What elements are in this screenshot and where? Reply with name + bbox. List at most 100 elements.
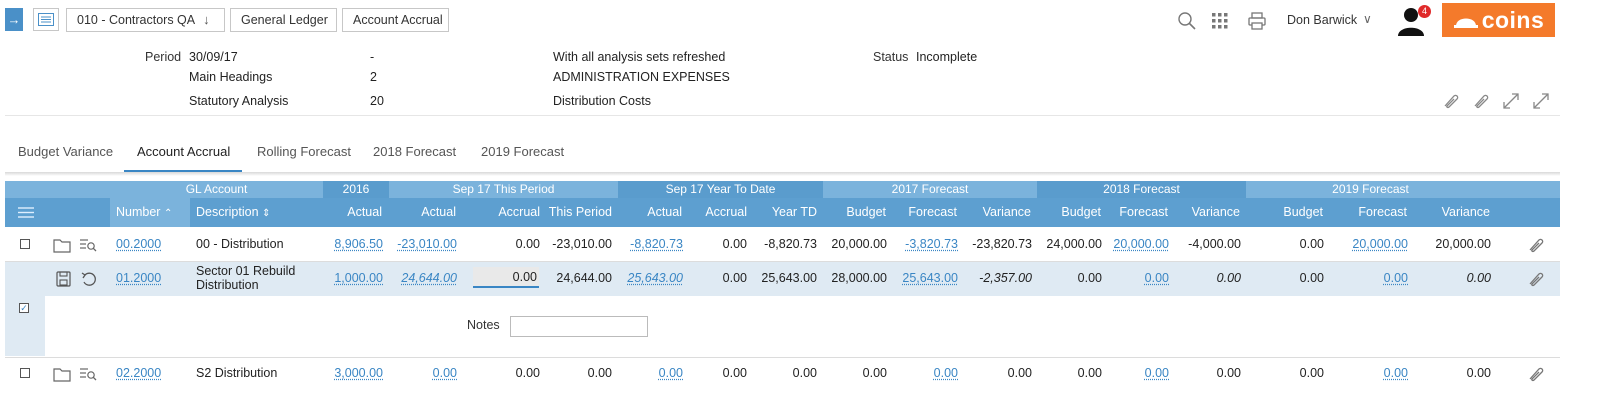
column-menu-icon[interactable] [17, 206, 35, 219]
search-icon[interactable] [1177, 11, 1197, 31]
notes-input[interactable] [510, 316, 648, 337]
paperclip-icon[interactable] [1526, 270, 1546, 288]
value-tp-actual[interactable]: 24,644.00 [389, 271, 457, 285]
value-2018-variance: 0.00 [1216, 366, 1241, 380]
col-tp-actual[interactable]: Actual [389, 198, 456, 227]
row-checkbox[interactable] [20, 368, 30, 378]
account-number-link[interactable]: 01.2000 [116, 271, 161, 285]
value-ytd-accrual: 0.00 [722, 271, 747, 285]
value-2019-variance: 20,000.00 [1435, 237, 1491, 251]
value-2018-forecast[interactable]: 0.00 [1106, 271, 1169, 285]
accrual-input[interactable] [473, 267, 539, 288]
account-number-link[interactable]: 00.2000 [116, 237, 161, 251]
checkbox-checked-icon[interactable]: ✓ [19, 303, 29, 313]
period-dash: - [370, 50, 375, 64]
undo-icon[interactable] [80, 271, 98, 287]
account-description: S2 Distribution [196, 366, 278, 380]
col-2017-budget[interactable]: Budget [823, 198, 886, 227]
account-number-link[interactable]: 02.2000 [116, 366, 161, 380]
tab-account-accrual[interactable]: Account Accrual [137, 144, 230, 159]
grid-group-header: GL Account 2016 Sep 17 This Period Sep 1… [5, 181, 1560, 198]
value-ytd-actual[interactable]: -8,820.73 [618, 237, 683, 251]
table-row-selected[interactable]: 01.2000 Sector 01 Rebuild Distribution 1… [5, 262, 1560, 296]
apps-grid-icon[interactable] [1210, 11, 1230, 31]
value-2016-actual[interactable]: 8,906.50 [323, 237, 383, 251]
tab-budget-variance[interactable]: Budget Variance [18, 144, 113, 159]
value-tp-this-period: 24,644.00 [556, 271, 612, 285]
col-2018-variance[interactable]: Variance [1173, 198, 1240, 227]
value-ytd-accrual: 0.00 [722, 366, 747, 380]
tab-rolling-forecast[interactable]: Rolling Forecast [257, 144, 351, 159]
notes-label: Notes [467, 318, 500, 332]
logo-text: coins [1481, 6, 1545, 33]
breadcrumb-company[interactable]: 010 - Contractors QA ↓ [66, 8, 225, 32]
value-2017-forecast[interactable]: 25,643.00 [895, 271, 958, 285]
coins-logo: coins [1442, 3, 1555, 37]
folder-icon[interactable] [53, 237, 71, 253]
col-2018-forecast[interactable]: Forecast [1106, 198, 1168, 227]
col-2016-actual[interactable]: Actual [323, 198, 382, 227]
value-ytd-actual[interactable]: 25,643.00 [618, 271, 683, 285]
value-2017-forecast[interactable]: 0.00 [895, 366, 958, 380]
col-2017-forecast[interactable]: Forecast [895, 198, 957, 227]
col-number[interactable]: Number ⌃ [116, 198, 172, 227]
col-2017-variance[interactable]: Variance [963, 198, 1031, 227]
value-2016-actual[interactable]: 1,000.00 [323, 271, 383, 285]
value-2018-forecast[interactable]: 20,000.00 [1106, 237, 1169, 251]
user-name[interactable]: Don Barwick [1287, 13, 1357, 27]
paperclip-icon[interactable] [1441, 92, 1461, 110]
collapse-panel-button[interactable]: → [5, 8, 23, 31]
value-2018-budget: 0.00 [1077, 271, 1102, 285]
paperclip-icon[interactable] [1526, 236, 1546, 254]
value-2019-forecast[interactable]: 20,000.00 [1323, 237, 1408, 251]
value-2018-variance: -4,000.00 [1188, 237, 1241, 251]
print-icon[interactable] [1247, 11, 1267, 31]
menu-list-button[interactable] [33, 8, 59, 31]
value-2018-forecast[interactable]: 0.00 [1106, 366, 1169, 380]
col-ytd-actual[interactable]: Actual [618, 198, 682, 227]
col-tp-this-period[interactable]: This Period [540, 198, 612, 227]
value-ytd-total: 25,643.00 [761, 271, 817, 285]
col-2019-budget[interactable]: Budget [1246, 198, 1323, 227]
tab-2018-forecast[interactable]: 2018 Forecast [373, 144, 456, 159]
value-2018-budget: 0.00 [1077, 366, 1102, 380]
value-ytd-accrual: 0.00 [722, 237, 747, 251]
col-2018-budget[interactable]: Budget [1037, 198, 1101, 227]
group-2017-forecast: 2017 Forecast [891, 182, 969, 196]
value-2019-forecast[interactable]: 0.00 [1323, 366, 1408, 380]
value-2018-budget: 24,000.00 [1046, 237, 1102, 251]
col-ytd-accrual[interactable]: Accrual [687, 198, 747, 227]
paperclip-icon[interactable] [1471, 92, 1491, 110]
value-2017-variance: -2,357.00 [979, 271, 1032, 285]
value-ytd-actual[interactable]: 0.00 [618, 366, 683, 380]
breadcrumb-account-accrual[interactable]: Account Accrual [342, 8, 449, 32]
col-2019-variance[interactable]: Variance [1407, 198, 1490, 227]
col-description-label: Description [196, 205, 259, 219]
col-tp-accrual[interactable]: Accrual [475, 198, 540, 227]
paperclip-icon[interactable] [1526, 365, 1546, 383]
expand-icon[interactable] [1501, 91, 1521, 111]
value-2017-forecast[interactable]: -3,820.73 [895, 237, 958, 251]
value-2017-budget: 20,000.00 [831, 237, 887, 251]
chevron-down-icon[interactable]: ∨ [1363, 12, 1372, 26]
value-tp-actual[interactable]: 0.00 [389, 366, 457, 380]
breadcrumb-general-ledger[interactable]: General Ledger [230, 8, 337, 32]
sort-icon: ⇕ [262, 208, 271, 219]
grid-column-header: Number ⌃ Description ⇕ Actual Actual Acc… [5, 198, 1560, 227]
expand-icon[interactable] [1531, 91, 1551, 111]
tab-2019-forecast[interactable]: 2019 Forecast [481, 144, 564, 159]
col-description[interactable]: Description ⇕ [196, 198, 270, 227]
row-checkbox[interactable] [20, 239, 30, 249]
col-2019-forecast[interactable]: Forecast [1323, 198, 1407, 227]
value-2019-forecast[interactable]: 0.00 [1323, 271, 1408, 285]
table-row[interactable]: 02.2000 S2 Distribution 3,000.00 0.00 0.… [5, 358, 1560, 392]
value-tp-actual[interactable]: -23,010.00 [389, 237, 457, 251]
save-icon[interactable] [55, 271, 73, 287]
list-search-icon[interactable] [79, 237, 97, 253]
folder-icon[interactable] [53, 366, 71, 382]
col-ytd-total[interactable]: Year TD [750, 198, 817, 227]
value-2016-actual[interactable]: 3,000.00 [323, 366, 383, 380]
table-row[interactable]: 00.2000 00 - Distribution 8,906.50 -23,0… [5, 227, 1560, 261]
tabs-divider [5, 115, 1560, 116]
list-search-icon[interactable] [79, 366, 97, 382]
